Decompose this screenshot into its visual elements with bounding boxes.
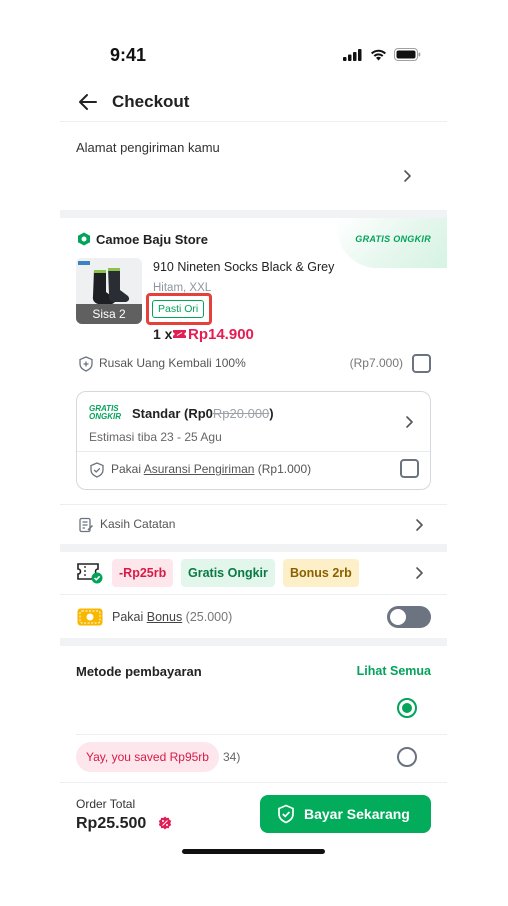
discount-ticket-icon: [173, 330, 186, 338]
section-divider: [60, 638, 447, 646]
promo-chip-free-shipping: Gratis Ongkir: [181, 559, 275, 587]
bonus-label: Pakai Bonus (25.000): [112, 610, 233, 624]
chevron-right-icon[interactable]: [411, 565, 427, 581]
gratis-ongkir-logo: GRATIS ONGKIR: [89, 404, 121, 421]
shipping-service: Standar (Rp0Rp20.000): [132, 406, 274, 421]
product-thumbnail[interactable]: Sisa 2: [76, 258, 142, 324]
product-name[interactable]: 910 Nineten Socks Black & Grey: [153, 260, 334, 274]
payment-divider: [76, 734, 447, 735]
protection-fee: (Rp7.000): [349, 356, 403, 370]
note-label: Kasih Catatan: [100, 517, 176, 531]
store-badge-icon: [78, 232, 90, 246]
product-price: Rp14.900: [188, 326, 254, 343]
bottom-bar: Order Total Rp25.500 Bayar Sekarang: [60, 782, 447, 906]
promo-row[interactable]: -Rp25rb Gratis Ongkir Bonus 2rb: [60, 552, 447, 594]
payment-section: Metode pembayaran Lihat Semua 34) Yay, y…: [60, 646, 447, 782]
store-name[interactable]: Camoe Baju Store: [96, 232, 208, 247]
section-divider: [60, 544, 447, 552]
wifi-icon: [371, 49, 386, 60]
bonus-coin-icon: [77, 608, 103, 626]
shipping-old-price: Rp20.000: [212, 406, 270, 421]
stock-label: Sisa 2: [76, 304, 142, 324]
gratis-ongkir-tag: GRATIS ONGKIR: [355, 234, 431, 244]
store-section: Camoe Baju Store GRATIS ONGKIR Sisa 2 91…: [60, 218, 447, 544]
back-arrow-icon[interactable]: [76, 90, 100, 114]
voucher-icon: [77, 563, 103, 584]
protection-checkbox[interactable]: [412, 354, 431, 373]
shipping-card[interactable]: GRATIS ONGKIR Standar (Rp0Rp20.000) Esti…: [76, 391, 431, 490]
address-label: Alamat pengiriman kamu: [76, 140, 220, 155]
discount-badge-icon: [158, 816, 172, 830]
promo-chip-discount: -Rp25rb: [112, 559, 174, 587]
status-icons: [343, 48, 421, 61]
order-total-value: Rp25.500: [76, 815, 147, 832]
status-time: 9:41: [110, 45, 147, 65]
header: Checkout: [60, 82, 447, 122]
chevron-right-icon[interactable]: [411, 517, 427, 533]
order-total-label: Order Total: [76, 797, 136, 811]
protection-label: Rusak Uang Kembali 100%: [99, 356, 246, 370]
payment-radio[interactable]: [397, 747, 417, 767]
checkout-screen: 9:41 Checkout Alamat pengiriman kamu Cam…: [60, 0, 447, 906]
chevron-right-icon[interactable]: [399, 168, 415, 184]
signal-icon: [343, 48, 362, 61]
payment-method-text: 34): [223, 750, 241, 764]
battery-icon: [394, 48, 421, 61]
shield-check-icon: [90, 462, 104, 478]
pay-now-button[interactable]: Bayar Sekarang: [260, 795, 431, 833]
insurance-label: Pakai Asuransi Pengiriman (Rp1.000): [111, 462, 312, 476]
card-divider: [77, 451, 430, 452]
insurance-checkbox[interactable]: [400, 459, 419, 478]
status-bar: 9:41: [60, 40, 447, 70]
payment-heading: Metode pembayaran: [76, 664, 202, 679]
page-title: Checkout: [112, 92, 190, 111]
chevron-right-icon[interactable]: [401, 414, 417, 430]
shield-plus-icon: [79, 356, 93, 372]
insurance-link[interactable]: Asuransi Pengiriman: [144, 462, 255, 476]
section-divider: [60, 210, 447, 218]
protection-row[interactable]: Rusak Uang Kembali 100% (Rp7.000): [76, 348, 431, 378]
shield-check-icon: [278, 804, 294, 824]
product-quantity: 1 x: [153, 326, 173, 342]
address-section[interactable]: Alamat pengiriman kamu: [60, 124, 447, 210]
bonus-link[interactable]: Bonus: [147, 610, 182, 624]
shipping-eta: Estimasi tiba 23 - 25 Agu: [89, 430, 222, 444]
bonus-row: Pakai Bonus (25.000): [60, 594, 447, 638]
savings-bubble: Yay, you saved Rp95rb: [76, 742, 219, 772]
pay-now-label: Bayar Sekarang: [304, 806, 410, 822]
see-all-link[interactable]: Lihat Semua: [357, 664, 431, 678]
pasti-ori-badge: Pasti Ori: [152, 300, 205, 318]
note-icon: [79, 517, 94, 533]
note-row[interactable]: Kasih Catatan: [60, 504, 447, 544]
promo-chip-bonus: Bonus 2rb: [283, 559, 359, 587]
home-indicator: [182, 849, 325, 854]
bonus-toggle[interactable]: [387, 606, 431, 628]
payment-radio-selected[interactable]: [397, 698, 417, 718]
